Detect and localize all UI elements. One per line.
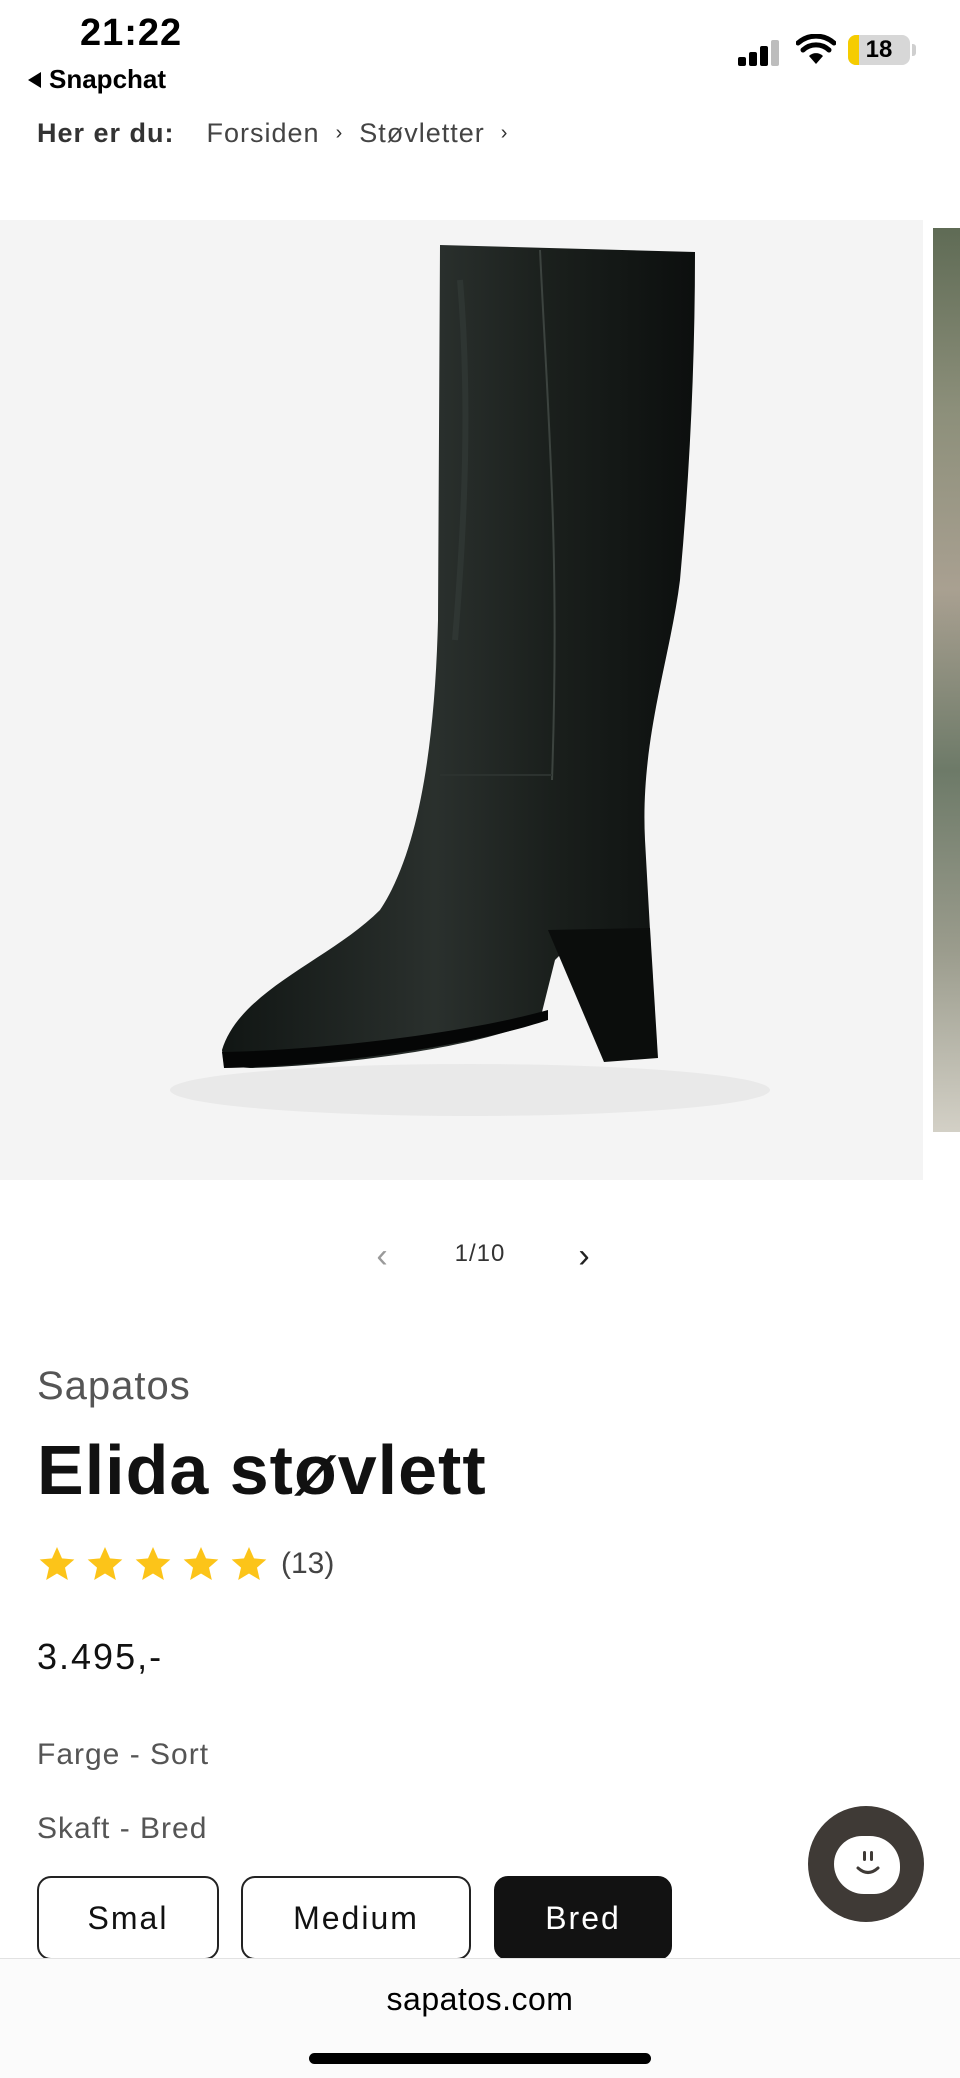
browser-url-bar[interactable]: sapatos.com <box>0 1958 960 2078</box>
star-icon <box>87 1547 123 1580</box>
product-price: 3.495,- <box>37 1636 164 1677</box>
battery-level: 18 <box>865 36 893 63</box>
smiley-face-icon <box>856 1851 880 1874</box>
chevron-right-icon[interactable]: › <box>562 1234 606 1278</box>
home-indicator[interactable] <box>309 2053 651 2064</box>
star-icon <box>135 1547 171 1580</box>
shaft-option-label: Skaft - Bred <box>37 1812 208 1845</box>
smiley-chat-icon <box>834 1836 900 1894</box>
star-icon <box>231 1547 267 1580</box>
product-title: Elida støvlett <box>37 1431 487 1509</box>
chat-widget-button[interactable] <box>808 1806 924 1922</box>
breadcrumb-item-boots[interactable]: Støvletter <box>359 118 485 149</box>
gallery-pager: ‹ 1/10 › <box>0 1234 960 1278</box>
battery-icon: 18 <box>848 35 910 65</box>
star-icon <box>183 1547 219 1580</box>
gallery-counter: 1/10 <box>454 1240 506 1267</box>
product-image[interactable] <box>0 220 923 1180</box>
chevron-left-icon[interactable]: ‹ <box>360 1234 404 1278</box>
cellular-signal-icon <box>738 38 782 66</box>
rating-stars <box>37 1544 269 1584</box>
shaft-option-smal[interactable]: Smal <box>37 1876 219 1960</box>
breadcrumb: Her er du: Forsiden › Støvletter › <box>37 118 524 149</box>
product-gallery[interactable] <box>0 220 960 1180</box>
battery-cap <box>912 44 916 56</box>
shaft-option-bred[interactable]: Bred <box>494 1876 672 1960</box>
color-option-label: Farge - Sort <box>37 1738 210 1771</box>
product-vendor[interactable]: Sapatos <box>37 1364 191 1409</box>
review-count[interactable]: (13) <box>281 1547 334 1581</box>
boot-image <box>170 245 770 1116</box>
back-triangle-icon <box>28 71 41 88</box>
shaft-option-medium[interactable]: Medium <box>241 1876 471 1960</box>
back-to-app-link[interactable]: Snapchat <box>28 64 166 95</box>
chevron-right-icon: › <box>335 122 344 144</box>
breadcrumb-lead: Her er du: <box>37 118 175 148</box>
chevron-right-icon: › <box>500 122 509 144</box>
next-product-image-peek[interactable] <box>933 228 960 1132</box>
status-bar: 21:22 Snapchat 18 <box>0 0 960 100</box>
breadcrumb-item-home[interactable]: Forsiden <box>207 118 320 149</box>
star-icon <box>39 1547 75 1580</box>
wifi-icon <box>796 34 836 64</box>
url-text[interactable]: sapatos.com <box>0 1981 960 2018</box>
product-rating[interactable]: (13) <box>37 1544 334 1584</box>
back-app-label: Snapchat <box>49 64 167 94</box>
status-time: 21:22 <box>80 12 183 54</box>
